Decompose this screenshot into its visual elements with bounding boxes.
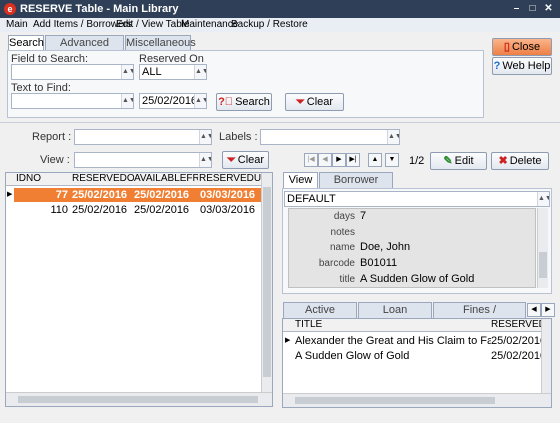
web-help-button[interactable]: ? Web Help xyxy=(492,57,552,75)
col-idno[interactable]: IDNO xyxy=(16,173,72,185)
chevron-updown-icon: ▲▼ xyxy=(194,94,206,108)
tab-active-loans[interactable]: Active Loans(0) xyxy=(283,302,357,330)
minimize-icon[interactable]: – xyxy=(510,2,523,15)
horizontal-scrollbar[interactable] xyxy=(6,392,272,406)
chevron-updown-icon: ▲▼ xyxy=(121,94,133,108)
chevron-updown-icon: ▲▼ xyxy=(121,65,133,79)
date-select[interactable]: 25/02/2016▲▼ xyxy=(139,93,207,109)
help-icon: ? xyxy=(493,60,501,72)
grid-header: IDNO RESERVEDON AVAILABLEFRO RESERVEDUNT xyxy=(6,173,262,186)
clear-view-button[interactable]: ⏷ Clear xyxy=(222,151,269,169)
divider xyxy=(0,122,560,123)
maximize-icon[interactable]: □ xyxy=(526,2,539,15)
window-titlebar: e RESERVE Table - Main Library – □ ✕ xyxy=(0,0,560,18)
tab-scroll-right[interactable]: ▶ xyxy=(541,303,555,317)
move-down-button[interactable]: ▼ xyxy=(385,153,399,167)
menu-edit-view[interactable]: Edit / View Table xyxy=(116,19,190,30)
tab-search[interactable]: Search xyxy=(8,35,44,51)
prop-name-value: Doe, John xyxy=(360,241,411,253)
last-record-button[interactable]: ▶| xyxy=(346,153,360,167)
menu-maintenance[interactable]: Maintenance xyxy=(181,19,238,30)
app-icon: e xyxy=(4,3,16,15)
menu-main[interactable]: Main xyxy=(6,19,28,30)
prop-days-label: days xyxy=(333,211,355,222)
row-pointer-icon: ▶ xyxy=(285,337,291,344)
search-icon: ?⃞ xyxy=(218,96,234,108)
prop-barcode-label: barcode xyxy=(318,258,355,269)
scroll-thumb[interactable] xyxy=(263,187,271,377)
prop-title-value: A Sudden Glow of Gold xyxy=(360,273,475,285)
chevron-updown-icon: ▲▼ xyxy=(199,153,211,167)
clear-search-button[interactable]: ⏷ Clear xyxy=(285,93,344,111)
loans-vertical-scrollbar[interactable] xyxy=(541,319,551,393)
tab-fines-payments[interactable]: Fines / Payments(0) xyxy=(433,302,526,330)
reserved-on-select[interactable]: ALL▲▼ xyxy=(139,64,207,80)
prop-name-label: name xyxy=(329,242,355,253)
clear-filter-icon: ⏷ xyxy=(226,154,236,166)
report-label: Report : xyxy=(32,131,72,143)
scroll-thumb[interactable] xyxy=(18,396,258,403)
clear-filter-icon: ⏷ xyxy=(295,96,305,108)
tab-borrower-details[interactable]: Borrower Details xyxy=(319,172,393,200)
table-row[interactable]: 110 25/02/2016 25/02/2016 03/03/2016 xyxy=(14,203,262,217)
close-doc-icon: ▯ xyxy=(503,41,510,53)
view-layout-select[interactable]: DEFAULT▲▼ xyxy=(284,191,550,207)
loans-grid-header: TITLE RESERVEDO xyxy=(283,319,541,332)
tab-advanced-search[interactable]: Advanced Search xyxy=(45,35,124,63)
prop-barcode-value: B01011 xyxy=(360,257,398,269)
tab-scroll-left[interactable]: ◀ xyxy=(527,303,541,317)
chevron-updown-icon: ▲▼ xyxy=(194,65,206,79)
chevron-updown-icon: ▲▼ xyxy=(199,130,211,144)
chevron-updown-icon: ▲▼ xyxy=(537,192,549,206)
prev-record-button[interactable]: ◀ xyxy=(318,153,332,167)
loans-grid: TITLE RESERVEDO ▶ Alexander the Great an… xyxy=(282,318,552,408)
page-indicator: 1/2 xyxy=(409,155,425,167)
view-label: View : xyxy=(40,154,70,166)
table-row[interactable]: A Sudden Glow of Gold 25/02/2016 xyxy=(295,349,541,363)
close-window-icon[interactable]: ✕ xyxy=(542,2,555,15)
prop-notes-label: notes xyxy=(330,227,355,238)
edit-icon: ✎ xyxy=(443,155,453,167)
search-button[interactable]: ?⃞ Search xyxy=(216,93,272,111)
tab-view[interactable]: View xyxy=(283,172,318,188)
first-record-button[interactable]: |◀ xyxy=(304,153,318,167)
detail-scrollbar[interactable] xyxy=(537,208,548,288)
reserve-grid: IDNO RESERVEDON AVAILABLEFRO RESERVEDUNT… xyxy=(5,172,273,407)
scroll-thumb[interactable] xyxy=(539,252,547,278)
chevron-updown-icon: ▲▼ xyxy=(387,130,399,144)
edit-button[interactable]: ✎ Edit xyxy=(430,152,487,170)
col-title[interactable]: TITLE xyxy=(295,319,491,331)
close-button[interactable]: ▯ Close xyxy=(492,38,552,56)
menu-backup[interactable]: Backup / Restore xyxy=(231,19,308,30)
menu-bar: Main Add Items / Borrowers Edit / View T… xyxy=(0,18,560,32)
delete-button[interactable]: ✖ Delete xyxy=(491,152,549,170)
loans-horizontal-scrollbar[interactable] xyxy=(283,393,551,407)
table-row[interactable]: 77 25/02/2016 25/02/2016 03/03/2016 xyxy=(14,188,262,202)
table-row[interactable]: Alexander the Great and His Claim to Fam… xyxy=(295,334,541,348)
labels-label: Labels : xyxy=(219,131,258,143)
scroll-thumb[interactable] xyxy=(295,397,495,404)
report-select[interactable]: ▲▼ xyxy=(74,129,212,145)
prop-days-value: 7 xyxy=(360,210,367,222)
col-reservedon[interactable]: RESERVEDON xyxy=(72,173,134,185)
prop-title-label: title xyxy=(339,274,355,285)
labels-select[interactable]: ▲▼ xyxy=(260,129,400,145)
move-up-button[interactable]: ▲ xyxy=(368,153,382,167)
col-reserveduntil[interactable]: RESERVEDUNT xyxy=(199,173,261,185)
row-pointer-icon: ▶ xyxy=(7,191,13,198)
tab-loan-history[interactable]: Loan History(0) xyxy=(358,302,432,330)
text-to-find-input[interactable]: ▲▼ xyxy=(11,93,134,109)
vertical-scrollbar[interactable] xyxy=(261,173,272,392)
col-reservedon[interactable]: RESERVEDO xyxy=(491,319,541,331)
next-record-button[interactable]: ▶ xyxy=(332,153,346,167)
view-select[interactable]: ▲▼ xyxy=(74,152,212,168)
property-viewer: days 7 notes name Doe, John barcode B010… xyxy=(288,208,536,288)
window-title: RESERVE Table - Main Library xyxy=(20,3,179,15)
delete-icon: ✖ xyxy=(498,155,508,167)
tab-miscellaneous[interactable]: Miscellaneous xyxy=(125,35,196,51)
field-to-search-select[interactable]: ▲▼ xyxy=(11,64,134,80)
col-availablefrom[interactable]: AVAILABLEFRO xyxy=(134,173,198,185)
